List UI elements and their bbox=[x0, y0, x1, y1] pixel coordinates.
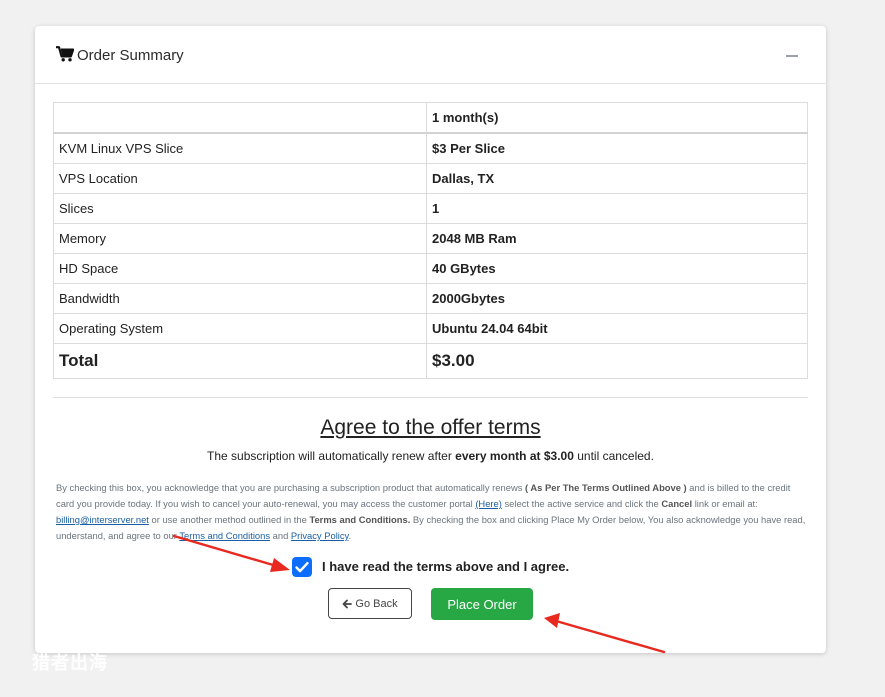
legal-text: and bbox=[270, 530, 291, 541]
legal-text: select the active service and click the bbox=[501, 498, 662, 509]
legal-emphasis: Terms and Conditions. bbox=[309, 514, 411, 525]
order-summary-card: Order Summary 1 month(s) KVM Linux VPS S… bbox=[35, 26, 826, 653]
row-value: 40 GBytes bbox=[426, 253, 808, 284]
renewal-text-post: until canceled. bbox=[573, 449, 654, 463]
row-label: Slices bbox=[53, 193, 427, 224]
table-header-row: 1 month(s) bbox=[53, 102, 808, 134]
total-label: Total bbox=[53, 343, 427, 379]
legal-text: or use another method outlined in the bbox=[148, 514, 310, 525]
total-value: $3.00 bbox=[426, 343, 808, 379]
table-row: HD Space 40 GBytes bbox=[53, 253, 808, 284]
legal-text: . bbox=[348, 530, 352, 541]
table-row: Bandwidth 2000Gbytes bbox=[53, 283, 808, 314]
legal-disclaimer: By checking this box, you acknowledge th… bbox=[56, 480, 808, 544]
billing-period: 1 month(s) bbox=[426, 102, 808, 134]
row-value: 1 bbox=[426, 193, 808, 224]
table-row: KVM Linux VPS Slice $3 Per Slice bbox=[53, 132, 808, 164]
row-label: Operating System bbox=[53, 313, 427, 344]
privacy-policy-link[interactable]: Privacy Policy bbox=[291, 530, 349, 541]
terms-heading: Agree to the offer terms bbox=[320, 416, 541, 439]
row-value: $3 Per Slice bbox=[426, 132, 808, 164]
customer-portal-link[interactable]: (Here) bbox=[475, 498, 502, 509]
legal-emphasis: ( As Per The Terms Outlined Above ) bbox=[525, 482, 687, 493]
row-label: VPS Location bbox=[53, 163, 427, 194]
checkmark-icon bbox=[295, 561, 309, 573]
renewal-notice: The subscription will automatically rene… bbox=[35, 449, 826, 463]
row-value: Dallas, TX bbox=[426, 163, 808, 194]
legal-text: link or email at: bbox=[692, 498, 758, 509]
terms-link[interactable]: Terms and Conditions bbox=[179, 530, 270, 541]
billing-email-link[interactable]: billing@interserver.net bbox=[56, 514, 149, 525]
total-row: Total $3.00 bbox=[53, 343, 808, 379]
order-summary-table: 1 month(s) KVM Linux VPS Slice $3 Per Sl… bbox=[53, 102, 808, 379]
row-value: Ubuntu 24.04 64bit bbox=[426, 313, 808, 344]
agree-label[interactable]: I have read the terms above and I agree. bbox=[322, 559, 569, 574]
table-row: Memory 2048 MB Ram bbox=[53, 223, 808, 254]
row-label: Bandwidth bbox=[53, 283, 427, 314]
table-header-label bbox=[53, 102, 427, 134]
row-label: Memory bbox=[53, 223, 427, 254]
card-header: Order Summary bbox=[35, 26, 826, 84]
shopping-cart-icon bbox=[56, 46, 74, 62]
go-back-label: Go Back bbox=[355, 597, 398, 610]
place-order-button[interactable]: Place Order bbox=[431, 588, 533, 620]
card-title: Order Summary bbox=[77, 47, 184, 64]
legal-text: By checking this box, you acknowledge th… bbox=[56, 482, 526, 493]
go-back-button[interactable]: Go Back bbox=[328, 588, 412, 619]
row-label: HD Space bbox=[53, 253, 427, 284]
row-value: 2000Gbytes bbox=[426, 283, 808, 314]
renewal-period: every month at $3.00 bbox=[455, 449, 574, 463]
watermark: 猎者出海 bbox=[32, 653, 108, 673]
arrow-left-icon bbox=[343, 599, 353, 608]
place-order-label: Place Order bbox=[447, 596, 517, 612]
row-value: 2048 MB Ram bbox=[426, 223, 808, 254]
table-row: Slices 1 bbox=[53, 193, 808, 224]
table-row: VPS Location Dallas, TX bbox=[53, 163, 808, 194]
row-label: KVM Linux VPS Slice bbox=[53, 132, 427, 164]
divider bbox=[53, 397, 808, 398]
collapse-button[interactable] bbox=[786, 55, 798, 57]
agree-checkbox[interactable] bbox=[292, 557, 312, 577]
renewal-text-pre: The subscription will automatically rene… bbox=[207, 449, 456, 463]
table-row: Operating System Ubuntu 24.04 64bit bbox=[53, 313, 808, 344]
legal-emphasis: Cancel bbox=[661, 498, 693, 509]
